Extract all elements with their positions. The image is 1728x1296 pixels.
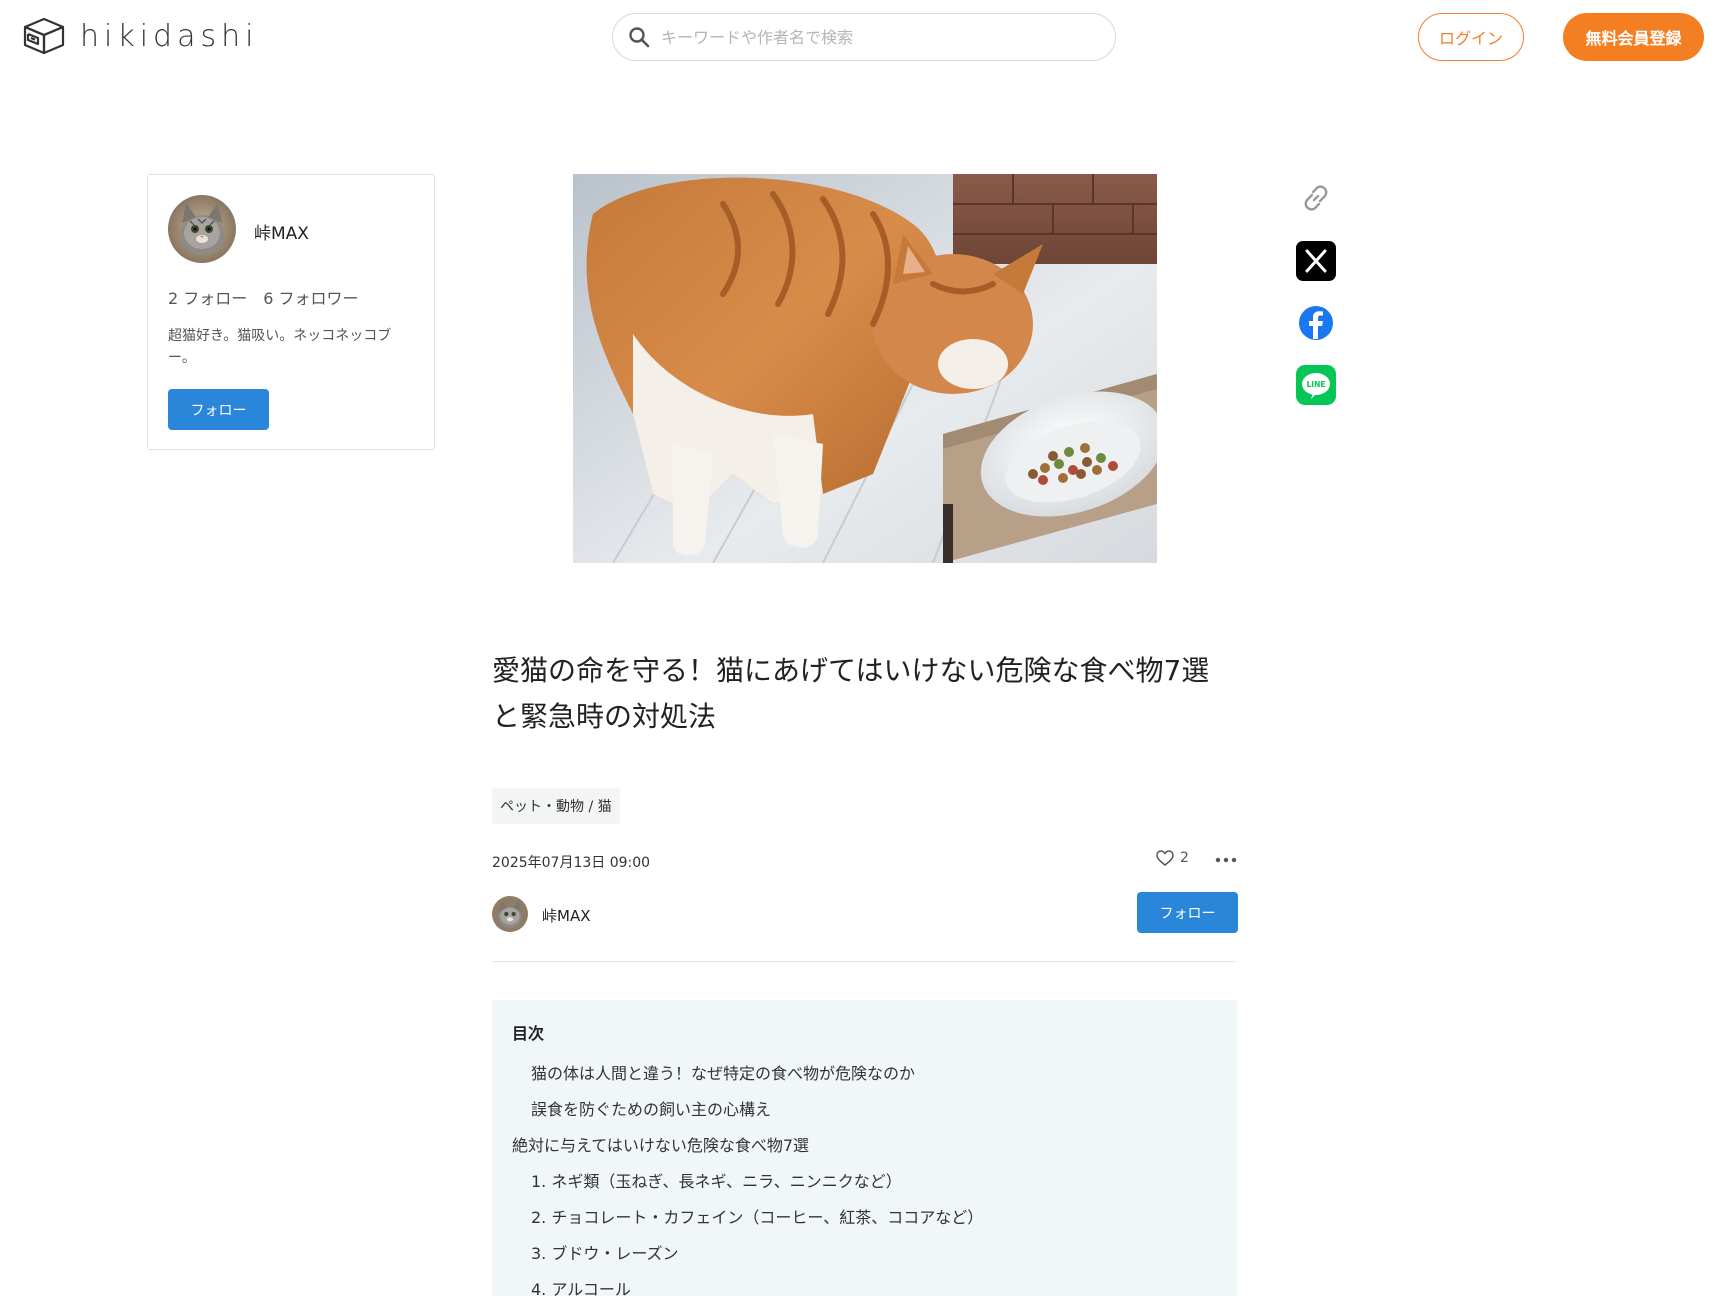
article-title: 愛猫の命を守る！猫にあげてはいけない危険な食べ物7選と緊急時の対処法 <box>492 654 1210 733</box>
toc-item[interactable]: 4. アルコール <box>512 1272 1217 1296</box>
article-meta: 2025年07月13日 09:00 2 <box>492 846 1237 876</box>
site-logo[interactable]: hikidashi <box>22 16 258 56</box>
toc-item[interactable]: 絶対に与えてはいけない危険な食べ物7選 <box>512 1128 1217 1164</box>
share-facebook-button[interactable] <box>1296 303 1336 343</box>
svg-text:LINE: LINE <box>1307 380 1326 389</box>
copy-link-button[interactable] <box>1296 178 1336 218</box>
toc-item[interactable]: 猫の体は人間と違う！なぜ特定の食べ物が危険なのか <box>512 1056 1217 1092</box>
heart-icon <box>1156 850 1174 866</box>
share-line-button[interactable]: LINE <box>1296 365 1336 405</box>
like-count: 2 <box>1180 850 1189 866</box>
toc-title: 目次 <box>512 1024 545 1043</box>
search-bar[interactable] <box>612 13 1116 61</box>
profile-follow-button[interactable]: フォロー <box>168 389 269 430</box>
site-header: hikidashi ログイン 無料会員登録 <box>0 0 1728 76</box>
author-avatar[interactable] <box>492 896 528 932</box>
cat-avatar-image <box>168 195 236 263</box>
toc-item[interactable]: 2. チョコレート・カフェイン（コーヒー、紅茶、ココアなど） <box>512 1200 1217 1236</box>
profile-stats: 2 フォロー 6 フォロワー <box>168 285 359 309</box>
share-x-button[interactable] <box>1296 241 1336 281</box>
logo-text: hikidashi <box>80 18 259 54</box>
cat-eating-photo <box>573 174 1157 563</box>
follower-count[interactable]: 6 フォロワー <box>263 285 358 309</box>
author-follow-button[interactable]: フォロー <box>1137 892 1238 933</box>
login-button[interactable]: ログイン <box>1418 13 1524 61</box>
link-icon <box>1304 185 1328 211</box>
toc-item[interactable]: 誤食を防ぐための飼い主の心構え <box>512 1092 1217 1128</box>
x-icon <box>1296 241 1336 281</box>
register-button[interactable]: 無料会員登録 <box>1563 13 1704 61</box>
article: 愛猫の命を守る！猫にあげてはいけない危険な食べ物7選と緊急時の対処法 ペット・動… <box>492 648 1238 1296</box>
ellipsis-icon <box>1215 857 1237 863</box>
article-hero-image <box>573 174 1157 563</box>
author-name[interactable]: 峠MAX <box>542 905 590 926</box>
article-author-row: 峠MAX フォロー <box>492 892 1238 962</box>
category-tag[interactable]: ペット・動物 / 猫 <box>492 788 620 824</box>
cat-avatar-image <box>492 896 528 932</box>
publish-date: 2025年07月13日 09:00 <box>492 855 651 871</box>
search-icon <box>629 27 650 48</box>
facebook-icon <box>1299 306 1333 340</box>
table-of-contents: 目次 猫の体は人間と違う！なぜ特定の食べ物が危険なのか 誤食を防ぐための飼い主の… <box>492 1000 1237 1296</box>
more-options-button[interactable] <box>1214 850 1238 870</box>
drawer-box-icon <box>23 17 65 55</box>
avatar[interactable] <box>168 195 236 263</box>
profile-bio: 超猫好き。猫吸い。ネッコネッコブー。 <box>168 328 392 366</box>
line-icon: LINE <box>1296 365 1336 405</box>
profile-name[interactable]: 峠MAX <box>254 219 309 244</box>
following-count[interactable]: 2 フォロー <box>168 285 247 309</box>
author-profile-card: 峠MAX 2 フォロー 6 フォロワー 超猫好き。猫吸い。ネッコネッコブー。 フ… <box>147 174 435 450</box>
like-button[interactable]: 2 <box>1156 850 1189 866</box>
toc-item[interactable]: 3. ブドウ・レーズン <box>512 1236 1217 1272</box>
toc-item[interactable]: 1. ネギ類（玉ねぎ、長ネギ、ニラ、ニンニクなど） <box>512 1164 1217 1200</box>
search-input[interactable] <box>661 27 1091 47</box>
